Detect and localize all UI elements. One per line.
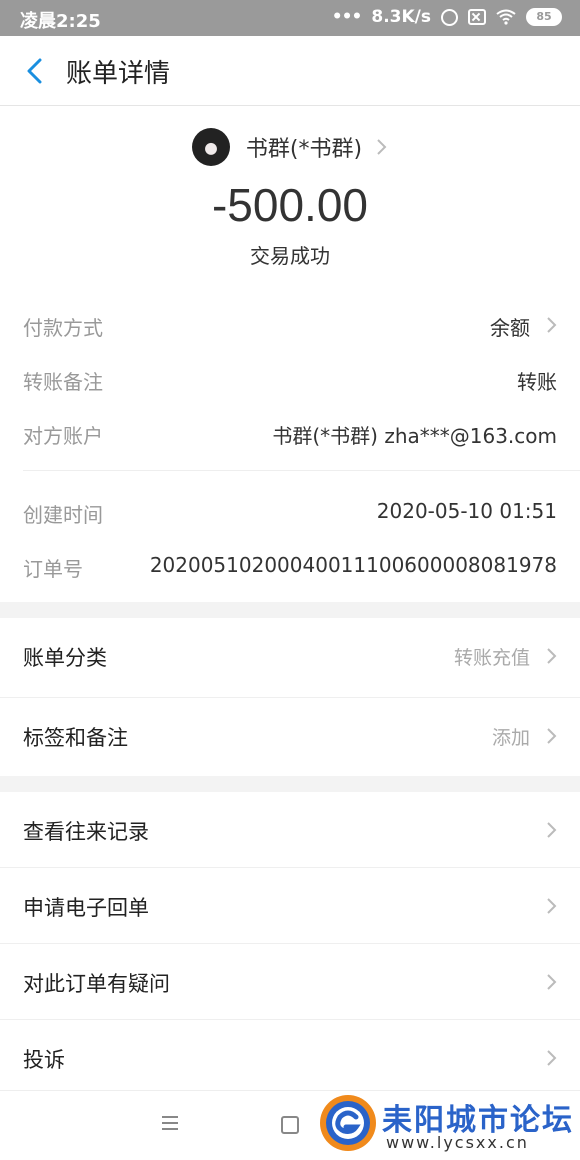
menu-label: 查看往来记录 bbox=[23, 820, 149, 844]
chevron-right-icon bbox=[547, 648, 557, 664]
chevron-right-icon bbox=[377, 139, 387, 155]
detail-label: 对方账户 bbox=[23, 424, 103, 448]
menu-icon[interactable] bbox=[160, 1115, 180, 1131]
menu-label: 账单分类 bbox=[23, 646, 107, 670]
menu-label: 标签和备注 bbox=[23, 726, 128, 750]
home-icon[interactable] bbox=[281, 1116, 299, 1134]
network-speed: 8.3K/s bbox=[371, 7, 431, 27]
alarm-icon bbox=[441, 8, 458, 26]
detail-value: 2020-05-10 01:51 bbox=[376, 499, 557, 523]
detail-label: 付款方式 bbox=[23, 316, 103, 340]
watermark: 耒阳城市论坛 www.lycsxx.cn bbox=[318, 1093, 580, 1155]
detail-label: 订单号 bbox=[23, 557, 83, 581]
avatar bbox=[191, 128, 230, 166]
menu-label: 申请电子回单 bbox=[23, 896, 149, 920]
detail-value: 转账 bbox=[517, 370, 557, 394]
view-history-row[interactable]: 查看往来记录 bbox=[0, 792, 580, 868]
transaction-amount: -500.00 bbox=[211, 179, 368, 231]
forum-logo-icon bbox=[320, 1095, 376, 1151]
dots-icon: ••• bbox=[331, 7, 363, 27]
chevron-right-icon bbox=[547, 317, 557, 333]
app-header: 账单详情 bbox=[0, 36, 580, 106]
detail-label: 创建时间 bbox=[23, 503, 103, 527]
chevron-right-icon bbox=[547, 822, 557, 838]
counterparty-link[interactable]: 书群(*书群) bbox=[0, 125, 580, 169]
e-receipt-row[interactable]: 申请电子回单 bbox=[0, 868, 580, 944]
section-divider bbox=[0, 602, 580, 618]
detail-row-transfer-note: 转账备注 转账 bbox=[0, 358, 580, 398]
page-title: 账单详情 bbox=[66, 59, 171, 89]
detail-row-order-number: 订单号 20200510200040011100600008081978 bbox=[0, 545, 580, 585]
detail-label: 转账备注 bbox=[23, 370, 103, 394]
bill-category-row[interactable]: 账单分类 转账充值 bbox=[0, 618, 580, 698]
detail-value: 书群(*书群) zha***@163.com bbox=[272, 424, 557, 448]
menu-label: 投诉 bbox=[23, 1048, 65, 1072]
tags-notes-row[interactable]: 标签和备注 添加 bbox=[0, 698, 580, 776]
status-icons: ••• 8.3K/s 85 bbox=[332, 7, 562, 27]
order-question-row[interactable]: 对此订单有疑问 bbox=[0, 944, 580, 1020]
status-bar: 凌晨2:25 ••• 8.3K/s 85 bbox=[0, 0, 580, 36]
complaint-row[interactable]: 投诉 bbox=[0, 1020, 580, 1090]
counterparty-name: 书群(*书群) bbox=[245, 137, 363, 162]
divider bbox=[23, 470, 580, 471]
detail-row-payment-method[interactable]: 付款方式 余额 bbox=[0, 304, 580, 344]
watermark-url: www.lycsxx.cn bbox=[386, 1133, 529, 1152]
detail-row-counterparty-account: 对方账户 书群(*书群) zha***@163.com bbox=[0, 412, 580, 452]
chevron-right-icon bbox=[547, 898, 557, 914]
chevron-right-icon bbox=[547, 1050, 557, 1066]
wifi-icon bbox=[496, 9, 516, 25]
chevron-left-icon[interactable] bbox=[24, 58, 46, 84]
section-divider bbox=[0, 776, 580, 792]
menu-value: 添加 bbox=[491, 727, 530, 749]
detail-row-created-time: 创建时间 2020-05-10 01:51 bbox=[0, 491, 580, 531]
menu-value: 转账充值 bbox=[453, 647, 530, 669]
detail-value: 余额 bbox=[490, 316, 530, 340]
battery-icon: 85 bbox=[526, 8, 562, 26]
sim-off-icon bbox=[468, 9, 486, 25]
menu-label: 对此订单有疑问 bbox=[23, 972, 170, 996]
chevron-right-icon bbox=[547, 974, 557, 990]
status-time: 凌晨2:25 bbox=[20, 11, 101, 32]
chevron-right-icon bbox=[547, 728, 557, 744]
transaction-status: 交易成功 bbox=[250, 244, 330, 268]
detail-value: 20200510200040011100600008081978 bbox=[149, 553, 557, 577]
